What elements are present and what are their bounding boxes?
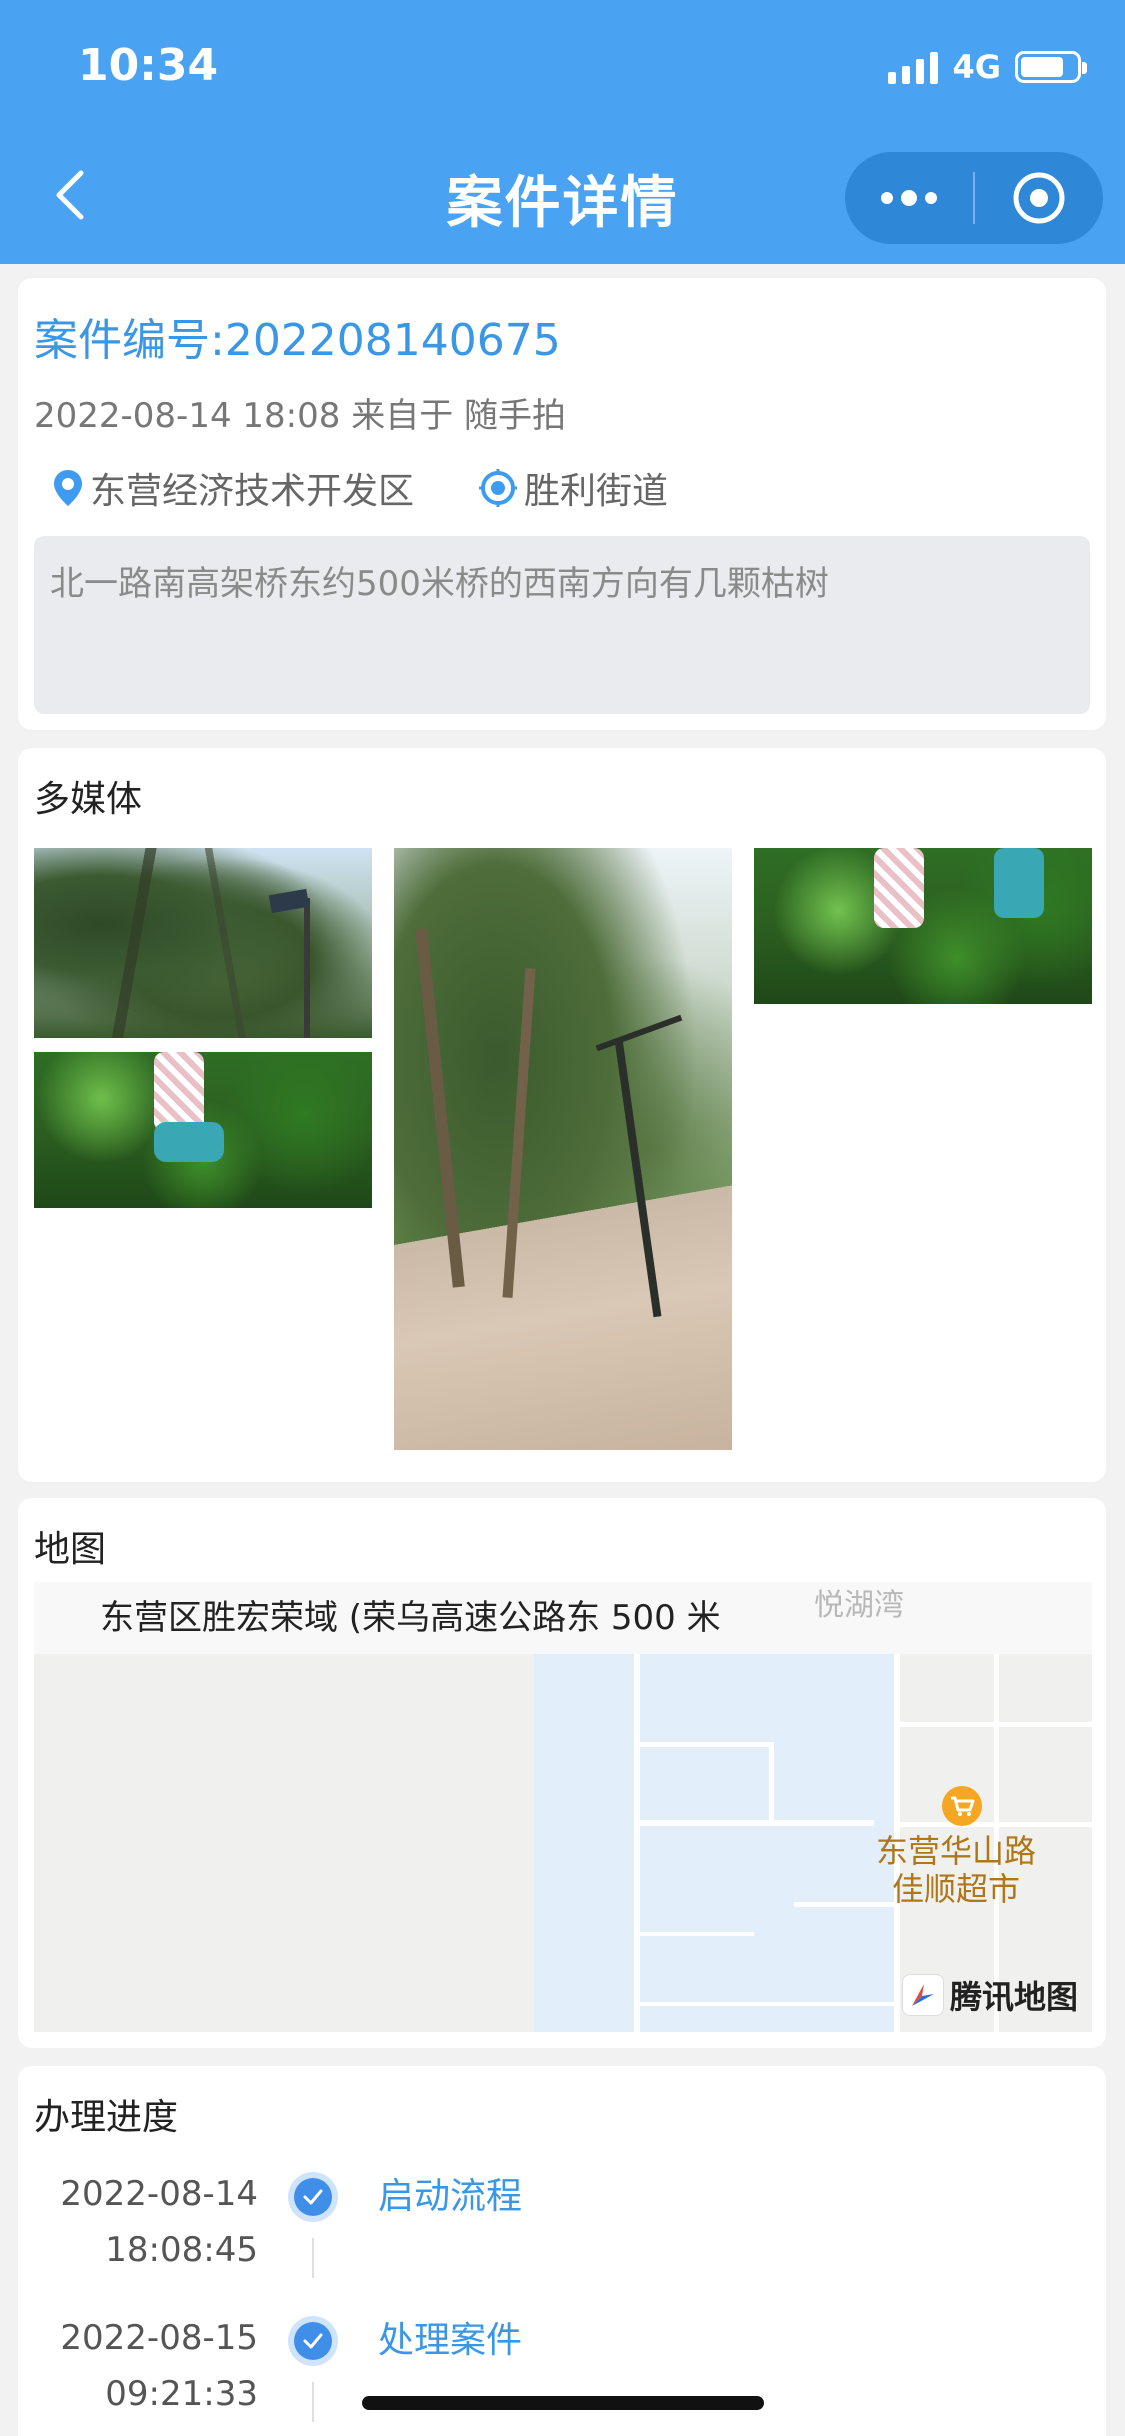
network-type: 4G	[952, 48, 1001, 86]
step-label[interactable]: 启动流程	[378, 2172, 522, 2222]
shopping-cart-icon[interactable]	[942, 1786, 982, 1826]
close-mini-program-button[interactable]	[975, 152, 1103, 244]
map-water-area	[534, 1654, 894, 2032]
media-photo-2[interactable]	[34, 1052, 372, 1208]
district-label: 东营经济技术开发区	[90, 471, 415, 512]
street-tag: 胜利街道	[478, 462, 668, 514]
case-description: 北一路南高架桥东约500米桥的西南方向有几颗枯树	[34, 536, 1090, 714]
home-indicator[interactable]	[362, 2396, 764, 2410]
check-icon	[288, 2172, 338, 2222]
check-icon	[288, 2316, 338, 2366]
map-poi-label: 悦湖湾	[814, 1588, 904, 1623]
more-dots-icon	[881, 190, 937, 206]
step-time: 18:08:45	[105, 2230, 258, 2270]
step-label[interactable]: 处理案件	[378, 2316, 522, 2366]
status-indicators: 4G	[888, 48, 1087, 86]
case-info-card: 案件编号:202208140675 2022-08-14 18:08 来自于 随…	[18, 278, 1106, 730]
location-row: 东营经济技术开发区 胜利街道	[52, 462, 668, 514]
map-card: 地图 东营区胜宏荣域 (荣乌高速公路东 500 米 悦湖湾 东营华山路 佳顺超市	[18, 1498, 1106, 2048]
map-provider-logo: 腾讯地图	[901, 1972, 1078, 2018]
step-date: 2022-08-15	[60, 2318, 258, 2358]
header: 10:34 4G 案件详情	[0, 0, 1125, 264]
status-time: 10:34	[78, 40, 219, 91]
target-icon	[1013, 172, 1065, 224]
district-tag: 东营经济技术开发区	[52, 462, 414, 514]
location-target-icon	[479, 469, 518, 507]
street-label: 胜利街道	[524, 471, 669, 512]
progress-card: 办理进度 2022-08-14 18:08:45 启动流程 2022-08-15…	[18, 2066, 1106, 2436]
battery-icon	[1015, 51, 1087, 83]
step-datetime: 2022-08-14 18:08:45	[18, 2166, 258, 2278]
map-view[interactable]: 东营区胜宏荣域 (荣乌高速公路东 500 米 悦湖湾 东营华山路 佳顺超市 腾讯…	[34, 1582, 1092, 2032]
map-title: 地图	[34, 1529, 107, 1570]
timeline-connector	[312, 2238, 314, 2278]
map-market-line1: 东营华山路	[876, 1832, 1037, 1870]
step-datetime: 2022-08-15 09:21:33	[18, 2310, 258, 2422]
media-photo-3[interactable]	[394, 848, 732, 1450]
map-pin-icon	[54, 470, 82, 506]
case-number: 案件编号:202208140675	[34, 315, 561, 366]
progress-title: 办理进度	[34, 2097, 179, 2138]
media-photo-4[interactable]	[754, 848, 1092, 1004]
case-meta: 2022-08-14 18:08 来自于 随手拍	[34, 396, 566, 436]
map-provider-name: 腾讯地图	[949, 1978, 1078, 2016]
media-title: 多媒体	[34, 779, 143, 820]
timeline-connector	[312, 2382, 314, 2422]
step-time: 09:21:33	[105, 2374, 258, 2414]
map-market-label: 东营华山路 佳顺超市	[876, 1832, 1036, 1908]
compass-logo-icon	[901, 1974, 944, 2016]
media-photo-1[interactable]	[34, 848, 372, 1038]
signal-icon	[888, 50, 939, 84]
more-button[interactable]	[845, 152, 973, 244]
map-address: 东营区胜宏荣域 (荣乌高速公路东 500 米	[34, 1582, 1092, 1654]
step-date: 2022-08-14	[60, 2174, 258, 2214]
map-market-line2: 佳顺超市	[892, 1870, 1021, 1908]
media-card: 多媒体	[18, 748, 1106, 1482]
cart-glyph	[951, 1796, 975, 1816]
mini-program-capsule	[845, 152, 1103, 244]
